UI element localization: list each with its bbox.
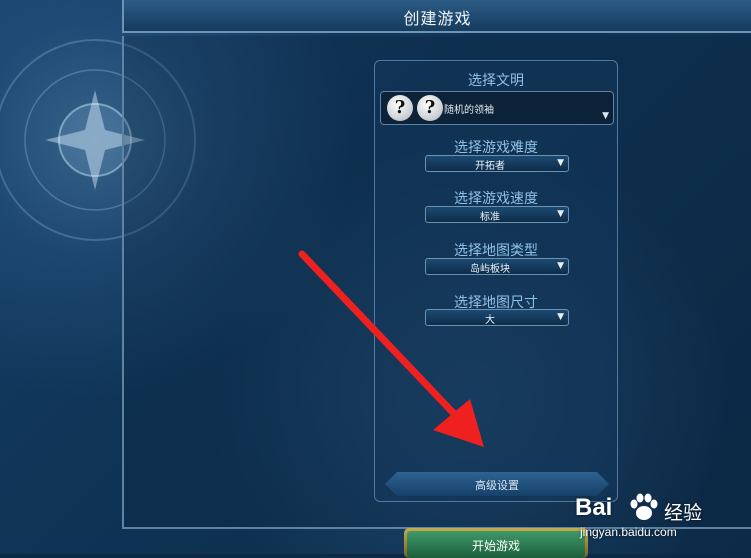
- watermark-url: jingyan.baidu.com: [580, 525, 677, 539]
- watermark-brand: Bai: [575, 494, 613, 521]
- random-leader-question-icon: ?: [417, 95, 443, 121]
- chevron-down-icon: ▼: [557, 209, 564, 219]
- map-size-value: 大: [485, 315, 495, 326]
- start-game-label: 开始游戏: [471, 539, 520, 553]
- difficulty-label: 选择游戏难度: [454, 140, 538, 156]
- difficulty-dropdown[interactable]: 开拓者 ▼: [425, 155, 569, 172]
- leader-value: 随机的领袖: [444, 105, 494, 116]
- speed-dropdown[interactable]: 标准 ▼: [425, 206, 569, 223]
- paw-logo-icon: [630, 493, 658, 520]
- chevron-down-icon: ▼: [557, 158, 564, 168]
- advanced-settings-button[interactable]: 高级设置: [385, 472, 609, 496]
- map-type-value: 岛屿板块: [470, 264, 510, 275]
- game-options-panel: [374, 60, 618, 502]
- speed-label: 选择游戏速度: [454, 191, 538, 207]
- top-header-bar: 创建游戏: [122, 0, 751, 33]
- chevron-down-icon: ▼: [602, 111, 609, 121]
- speed-value: 标准: [480, 212, 500, 223]
- page-title: 创建游戏: [403, 9, 472, 28]
- watermark-brand-cn: 经验: [664, 502, 703, 524]
- chevron-down-icon: ▼: [557, 261, 564, 271]
- random-civ-question-icon: ?: [387, 95, 413, 121]
- map-type-dropdown[interactable]: 岛屿板块 ▼: [425, 258, 569, 275]
- map-size-dropdown[interactable]: 大 ▼: [425, 309, 569, 326]
- map-type-label: 选择地图类型: [454, 243, 538, 259]
- difficulty-value: 开拓者: [475, 161, 505, 172]
- civilization-label: 选择文明: [468, 73, 524, 89]
- advanced-settings-label: 高级设置: [475, 479, 519, 492]
- chevron-down-icon: ▼: [557, 312, 564, 322]
- civilization-select[interactable]: ? ? 随机的领袖 ▼: [380, 91, 614, 125]
